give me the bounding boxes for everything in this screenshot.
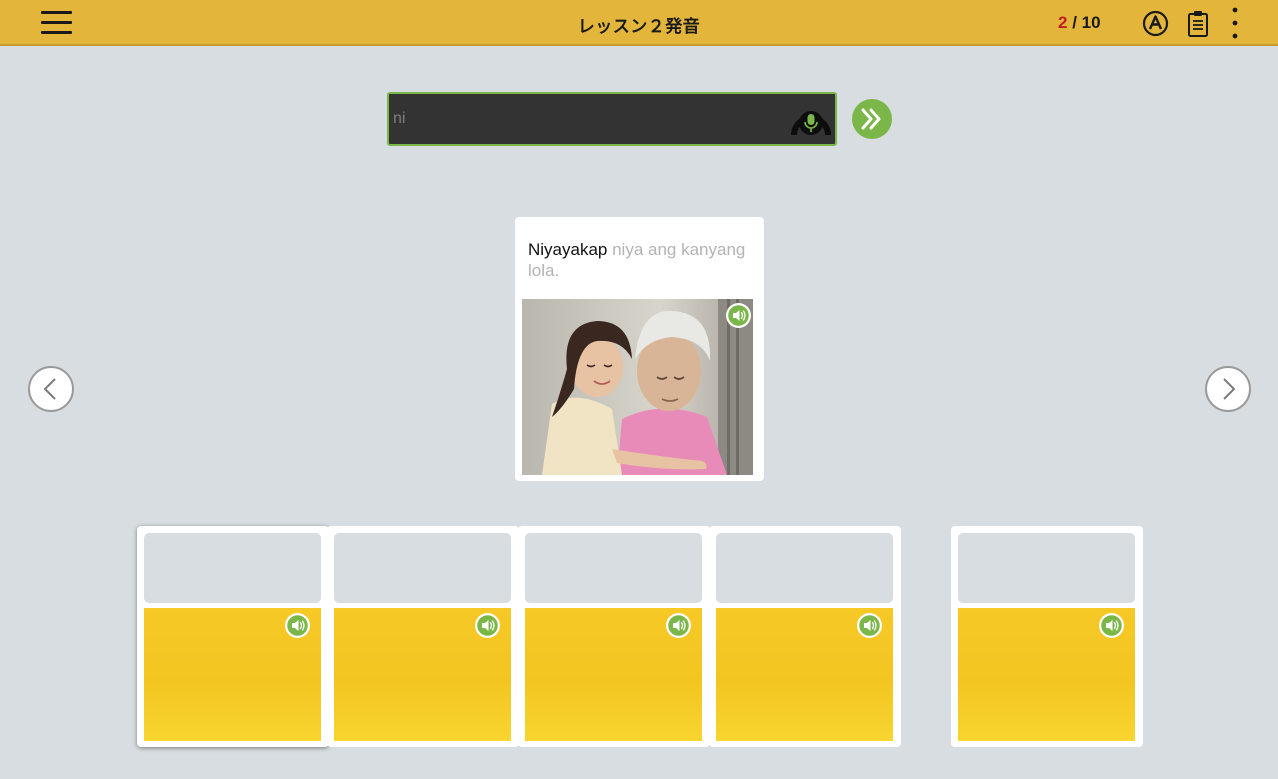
double-chevron-right-icon [861, 108, 881, 130]
previous-arrow-button[interactable] [28, 366, 74, 412]
speaker-icon[interactable] [666, 613, 691, 638]
choice-card-2[interactable] [327, 526, 519, 747]
submit-next-button[interactable] [852, 99, 892, 139]
progress-separator: / [1067, 13, 1082, 32]
choice-card-5[interactable] [951, 526, 1143, 747]
progress-counter: 2 / 10 [1058, 13, 1101, 33]
choice-text-slot [958, 533, 1135, 603]
chevron-left-icon [43, 378, 56, 400]
prompt-card: Niyayakap niya ang kanyang lola. [515, 217, 764, 481]
choice-card-3[interactable] [518, 526, 710, 747]
choice-text-slot [144, 533, 321, 603]
choice-text-slot [525, 533, 702, 603]
microphone-icon[interactable] [791, 102, 831, 138]
chevron-right-icon [1223, 378, 1236, 400]
speaker-icon[interactable] [726, 303, 751, 328]
answer-input[interactable] [393, 102, 773, 136]
speaker-icon[interactable] [475, 613, 500, 638]
choice-text-slot [334, 533, 511, 603]
prompt-highlighted-word: Niyayakap [528, 240, 608, 259]
choice-card-4[interactable] [709, 526, 901, 747]
speaker-icon[interactable] [285, 613, 310, 638]
progress-total: 10 [1081, 13, 1101, 32]
next-arrow-button[interactable] [1205, 366, 1251, 412]
speaker-icon[interactable] [1099, 613, 1124, 638]
auto-a-icon[interactable] [1142, 10, 1169, 37]
top-bar: レッスン２発音 2 / 10 [0, 0, 1278, 46]
prompt-sentence: Niyayakap niya ang kanyang lola. [528, 239, 753, 281]
clipboard-icon[interactable] [1186, 9, 1210, 38]
speech-answer-box [387, 92, 837, 146]
speaker-icon[interactable] [857, 613, 882, 638]
more-vertical-icon[interactable] [1226, 6, 1244, 40]
choice-text-slot [716, 533, 893, 603]
choice-card-1[interactable] [137, 526, 329, 747]
prompt-photo [522, 299, 753, 475]
